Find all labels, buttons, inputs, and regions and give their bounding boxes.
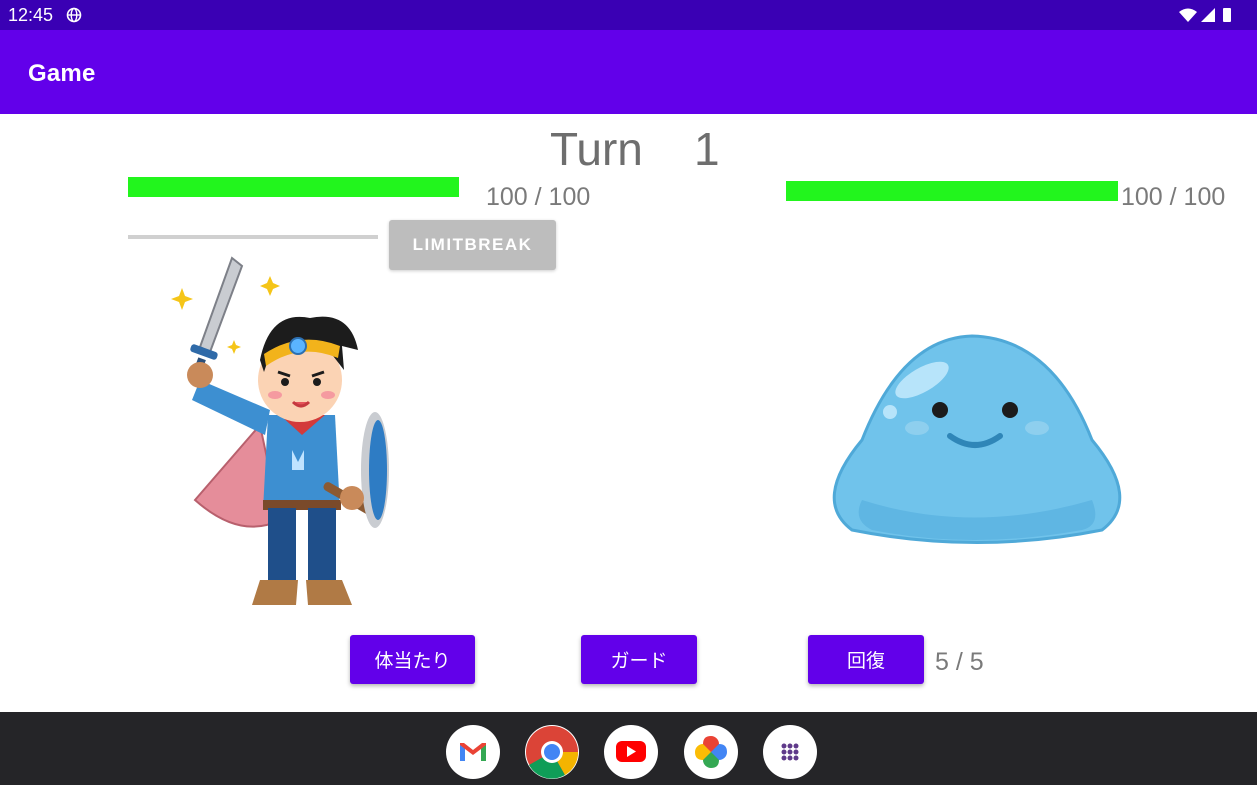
- player-hp-bar: [128, 177, 459, 197]
- status-icons: [1179, 8, 1231, 22]
- turn-word: Turn: [550, 123, 643, 175]
- status-time: 12:45: [8, 5, 54, 25]
- sparkle-icon: [227, 340, 241, 354]
- app-drawer-icon[interactable]: [763, 725, 817, 779]
- slime-enemy-image: [832, 334, 1122, 544]
- turn-number: 1: [694, 123, 720, 175]
- app-title: Game: [28, 60, 96, 87]
- guard-button[interactable]: ガード: [581, 635, 697, 684]
- turn-indicator: Turn 1: [550, 122, 720, 176]
- vpn-globe-icon: [66, 7, 82, 23]
- player-hp-fill: [128, 177, 459, 197]
- app-bar: Game: [0, 30, 1257, 114]
- status-bar: 12:45: [0, 0, 1257, 30]
- hero-character-image: [171, 256, 389, 605]
- player-hp-text: 100 / 100: [486, 183, 591, 211]
- sparkle-icon: [171, 288, 193, 310]
- limit-gauge: [128, 235, 378, 239]
- enemy-hp-text: 100 / 100: [1121, 183, 1226, 211]
- attack-button[interactable]: 体当たり: [350, 635, 475, 684]
- signal-icon: [1201, 8, 1215, 22]
- heal-count: 5 / 5: [935, 648, 984, 676]
- enemy-hp-bar: [786, 181, 1118, 201]
- gmail-icon[interactable]: [446, 725, 500, 779]
- battery-icon: [1223, 8, 1231, 22]
- youtube-icon[interactable]: [604, 725, 658, 779]
- chrome-icon[interactable]: [525, 725, 579, 779]
- photos-icon[interactable]: [684, 725, 738, 779]
- wifi-icon: [1179, 8, 1197, 22]
- sparkle-icon: [260, 276, 280, 296]
- heal-button[interactable]: 回復: [808, 635, 924, 684]
- enemy-hp-fill: [786, 181, 1118, 201]
